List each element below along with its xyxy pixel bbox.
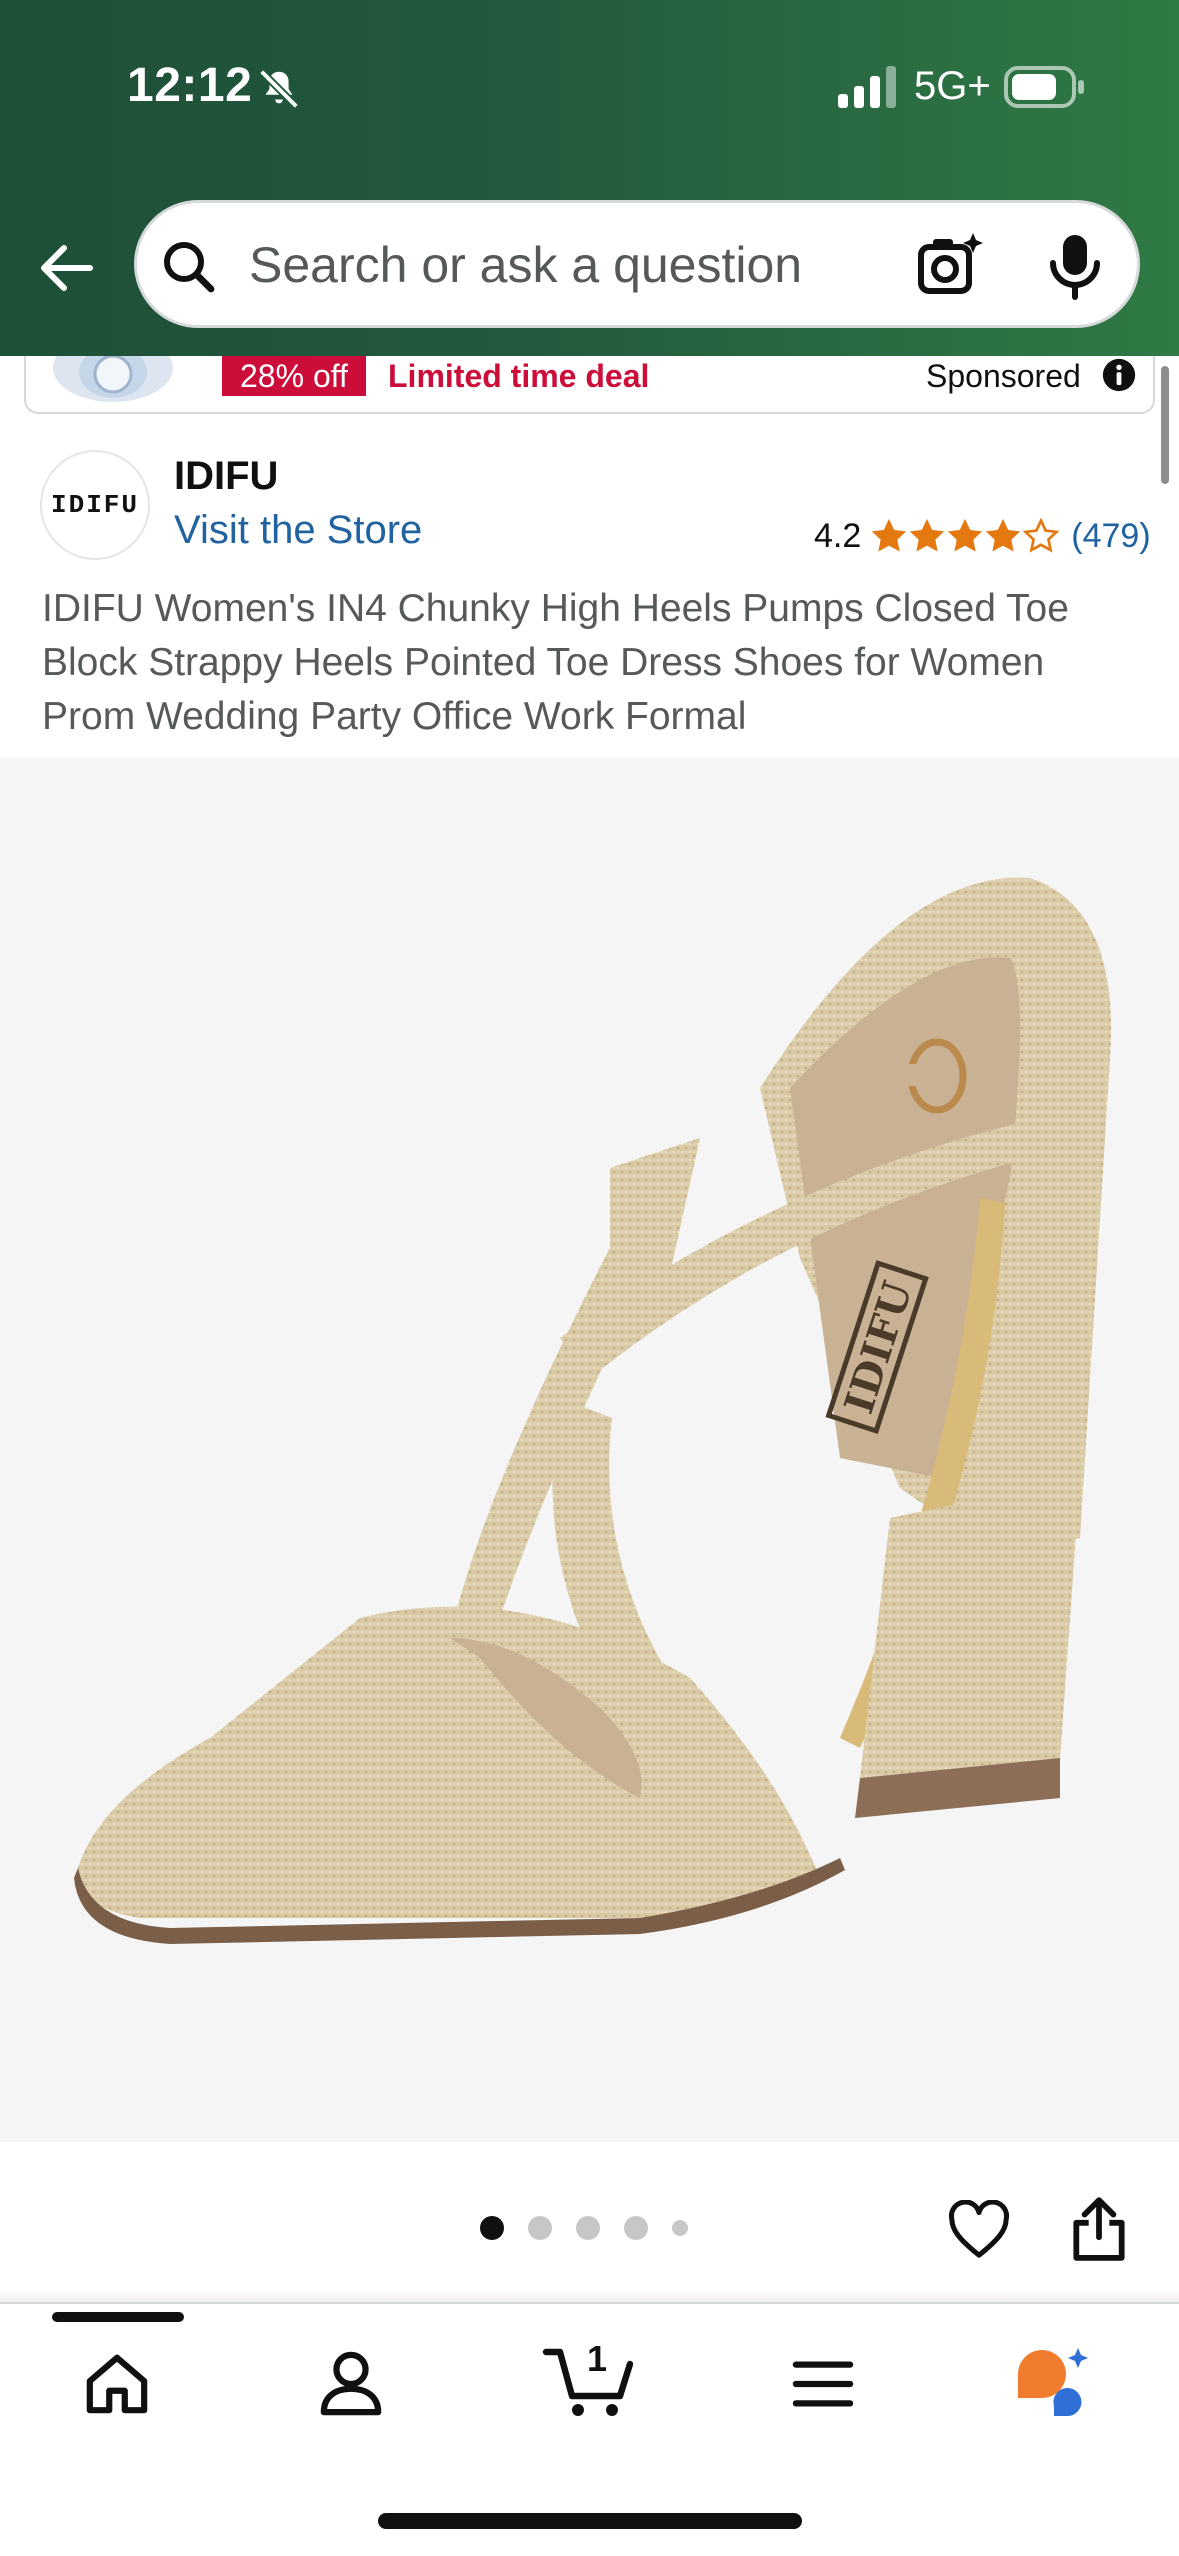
star-full-icon [910, 518, 945, 552]
microphone-icon[interactable] [1043, 231, 1107, 301]
bell-slash-icon [259, 69, 299, 109]
battery-icon [1004, 66, 1084, 108]
sponsored-label: Sponsored [926, 358, 1081, 394]
account-icon[interactable] [318, 2350, 384, 2416]
info-icon[interactable] [1102, 358, 1136, 392]
search-bar[interactable] [134, 200, 1140, 328]
search-icon[interactable] [161, 239, 217, 295]
back-arrow-icon[interactable] [34, 236, 98, 300]
top-header: 12:12 5G+ [0, 0, 1179, 356]
scrollbar-thumb[interactable] [1161, 366, 1169, 484]
rating-value: 4.2 [814, 516, 862, 555]
star-empty-icon [1023, 518, 1060, 553]
home-icon[interactable] [82, 2350, 152, 2416]
brand-logo[interactable]: IDIFU [40, 450, 150, 560]
star-full-icon [872, 518, 907, 552]
menu-icon[interactable] [792, 2358, 854, 2410]
heart-icon[interactable] [948, 2200, 1010, 2260]
rating-summary[interactable]: 4.2 (479) [814, 514, 1151, 558]
brand-name[interactable]: IDIFU [174, 454, 278, 499]
carousel-dot[interactable] [576, 2216, 600, 2240]
visit-store-link[interactable]: Visit the Store [174, 508, 422, 553]
camera-icon[interactable] [915, 231, 985, 301]
status-time: 12:12 [127, 59, 253, 112]
sponsored-ad-strip[interactable]: 28% off Limited time deal Sponsored [24, 356, 1155, 414]
carousel-dot-active[interactable] [480, 2216, 504, 2240]
brand-logo-text: IDIFU [50, 490, 139, 520]
search-input[interactable] [249, 233, 889, 297]
star-full-icon [948, 518, 983, 552]
home-indicator[interactable] [378, 2513, 802, 2529]
product-photo-shoe: IDIFU [74, 877, 1111, 1944]
share-icon[interactable] [1070, 2196, 1128, 2262]
discount-badge: 28% off [222, 356, 366, 396]
cart-count: 1 [587, 2338, 608, 2379]
product-title: IDIFU Women's IN4 Chunky High Heels Pump… [42, 587, 1069, 738]
rating-count[interactable]: (479) [1071, 517, 1150, 556]
network-type: 5G+ [914, 64, 991, 108]
star-full-icon [986, 518, 1021, 552]
carousel-dot[interactable] [672, 2220, 688, 2236]
carousel-dot[interactable] [624, 2216, 648, 2240]
product-image[interactable]: IDIFU [0, 758, 1179, 2142]
rufus-assistant-icon[interactable] [1014, 2346, 1094, 2416]
carousel-dot[interactable] [528, 2216, 552, 2240]
carousel-indicator[interactable] [480, 2216, 688, 2240]
deal-label: Limited time deal [388, 358, 650, 394]
nav-active-indicator [52, 2312, 184, 2322]
star-rating [871, 518, 1060, 554]
signal-icon [838, 66, 896, 108]
ad-product-thumbnail [53, 356, 173, 402]
